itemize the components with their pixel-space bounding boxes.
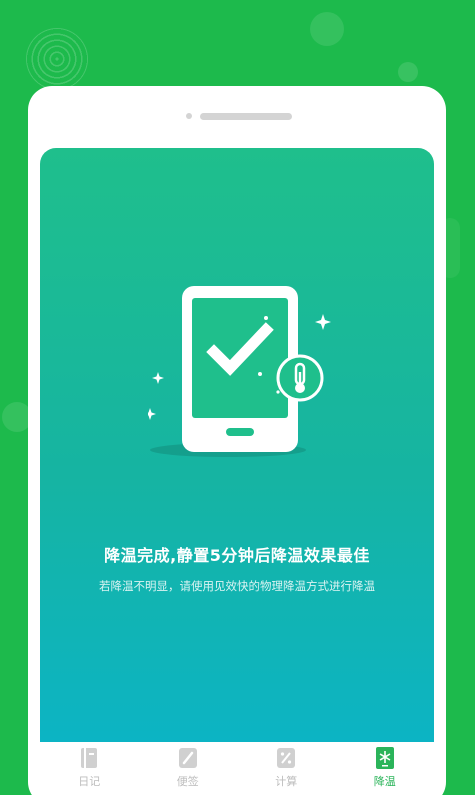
cooling-result-screen: 降温完成,静置5分钟后降温效果最佳 若降温不明显，请使用见效快的物理降温方式进行… (40, 148, 434, 742)
cooling-complete-illustration (148, 286, 331, 457)
cooling-tip-text: 若降温不明显，请使用见效快的物理降温方式进行降温 (99, 579, 375, 593)
calculator-icon (275, 746, 297, 770)
phone-camera (186, 113, 192, 119)
tab-label: 降温 (373, 775, 396, 788)
tab-diary[interactable]: 日记 (49, 742, 129, 795)
phone-frame: 降温完成,静置5分钟后降温效果最佳 若降温不明显，请使用见效快的物理降温方式进行… (28, 86, 446, 795)
tab-calculator[interactable]: 计算 (246, 742, 326, 795)
background-bubble (310, 12, 344, 46)
tab-note[interactable]: 便签 (148, 742, 228, 795)
tab-label: 便签 (176, 775, 199, 788)
note-pen-icon (177, 746, 199, 770)
phone-speaker (200, 113, 292, 120)
bottom-tab-bar: 日记 便签 计算 降温 (40, 742, 434, 795)
tab-label: 日记 (78, 775, 101, 788)
cooling-icon (374, 746, 396, 770)
background-ring-decoration (26, 28, 88, 90)
cooling-complete-title: 降温完成,静置5分钟后降温效果最佳 (104, 546, 370, 565)
diary-icon (78, 746, 100, 770)
tab-label: 计算 (275, 775, 298, 788)
background-bubble (398, 62, 418, 82)
tab-cooling[interactable]: 降温 (345, 742, 425, 795)
